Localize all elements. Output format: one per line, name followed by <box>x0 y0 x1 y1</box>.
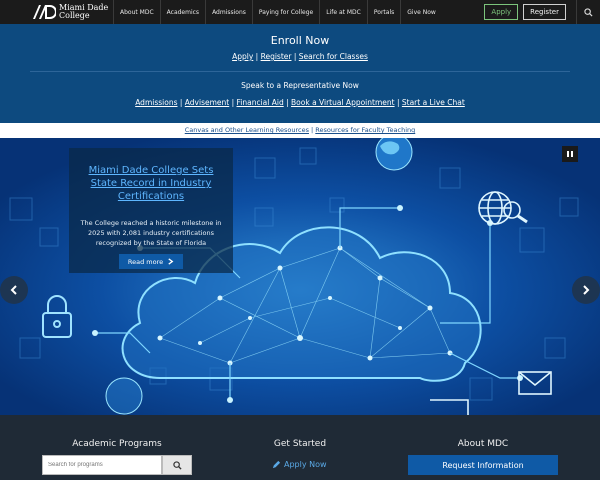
nav-admissions[interactable]: Admissions <box>205 0 252 24</box>
financial-aid-link[interactable]: Financial Aid <box>237 98 284 107</box>
apply-button[interactable]: Apply <box>484 4 519 20</box>
carousel-prev-button[interactable] <box>0 276 28 304</box>
read-more-button[interactable]: Read more <box>119 254 183 269</box>
enroll-apply-link[interactable]: Apply <box>232 52 253 61</box>
enroll-title: Enroll Now <box>270 34 330 47</box>
nav-paying-for-college[interactable]: Paying for College <box>251 0 319 24</box>
carousel-pause-button[interactable] <box>562 146 578 162</box>
nav-give-now[interactable]: Give Now <box>400 0 442 24</box>
admissions-link[interactable]: Admissions <box>135 98 177 107</box>
pause-icon <box>567 151 569 157</box>
search-toggle-button[interactable] <box>576 0 600 24</box>
nav-life-at-mdc[interactable]: Life at MDC <box>319 0 367 24</box>
enroll-links: Apply | Register | Search for Classes <box>232 52 368 61</box>
mdc-logo[interactable]: Miami Dade College <box>0 0 113 24</box>
chevron-left-icon <box>10 285 17 295</box>
apply-now-link[interactable]: Apply Now <box>272 460 332 469</box>
search-icon <box>172 460 182 470</box>
nav-actions: Apply Register <box>484 0 600 24</box>
program-search-form <box>42 455 192 475</box>
faculty-resources-link[interactable]: Resources for Faculty Teaching <box>315 126 415 134</box>
logo-wordmark: Miami Dade College <box>59 4 108 20</box>
mdc-logo-icon <box>33 5 56 19</box>
enroll-now-banner: Enroll Now Apply | Register | Search for… <box>0 24 600 123</box>
search-classes-link[interactable]: Search for Classes <box>299 52 368 61</box>
hero-carousel: Miami Dade College Sets State Record in … <box>0 138 600 415</box>
logo-line-2: College <box>59 11 90 20</box>
search-icon <box>584 7 593 17</box>
register-button[interactable]: Register <box>523 4 566 20</box>
nav-portals[interactable]: Portals <box>366 0 400 24</box>
pencil-icon <box>272 460 281 469</box>
get-started-title: Get Started <box>273 439 327 449</box>
speak-title: Speak to a Representative Now <box>241 81 359 90</box>
representative-links: Admissions | Advisement | Financial Aid … <box>135 98 465 107</box>
live-chat-link[interactable]: Start a Live Chat <box>402 98 465 107</box>
news-headline-link[interactable]: Miami Dade College Sets State Record in … <box>77 164 225 203</box>
chevron-right-icon <box>583 285 590 295</box>
canvas-resources-link[interactable]: Canvas and Other Learning Resources <box>185 126 309 134</box>
request-information-button[interactable]: Request Information <box>408 455 558 475</box>
divider <box>30 71 570 72</box>
chevron-right-icon <box>168 258 174 265</box>
virtual-appointment-link[interactable]: Book a Virtual Appointment <box>291 98 395 107</box>
apply-now-label: Apply Now <box>284 460 327 469</box>
program-search-input[interactable] <box>42 455 162 475</box>
program-search-button[interactable] <box>162 455 192 475</box>
academic-programs-title: Academic Programs <box>72 439 162 449</box>
featured-news-card: Miami Dade College Sets State Record in … <box>69 148 233 273</box>
top-navigation: Miami Dade College About MDC Academics A… <box>0 0 600 24</box>
quick-links-section: Academic Programs Get Started Apply Now … <box>0 415 600 480</box>
carousel-next-button[interactable] <box>572 276 600 304</box>
read-more-label: Read more <box>127 257 164 266</box>
about-mdc-title: About MDC <box>457 439 509 449</box>
main-menu: About MDC Academics Admissions Paying fo… <box>113 0 442 24</box>
news-summary: The College reached a historic milestone… <box>80 219 222 247</box>
resources-bar: Canvas and Other Learning Resources | Re… <box>0 123 600 138</box>
nav-about-mdc[interactable]: About MDC <box>113 0 160 24</box>
advisement-link[interactable]: Advisement <box>185 98 229 107</box>
enroll-register-link[interactable]: Register <box>261 52 292 61</box>
nav-academics[interactable]: Academics <box>159 0 205 24</box>
